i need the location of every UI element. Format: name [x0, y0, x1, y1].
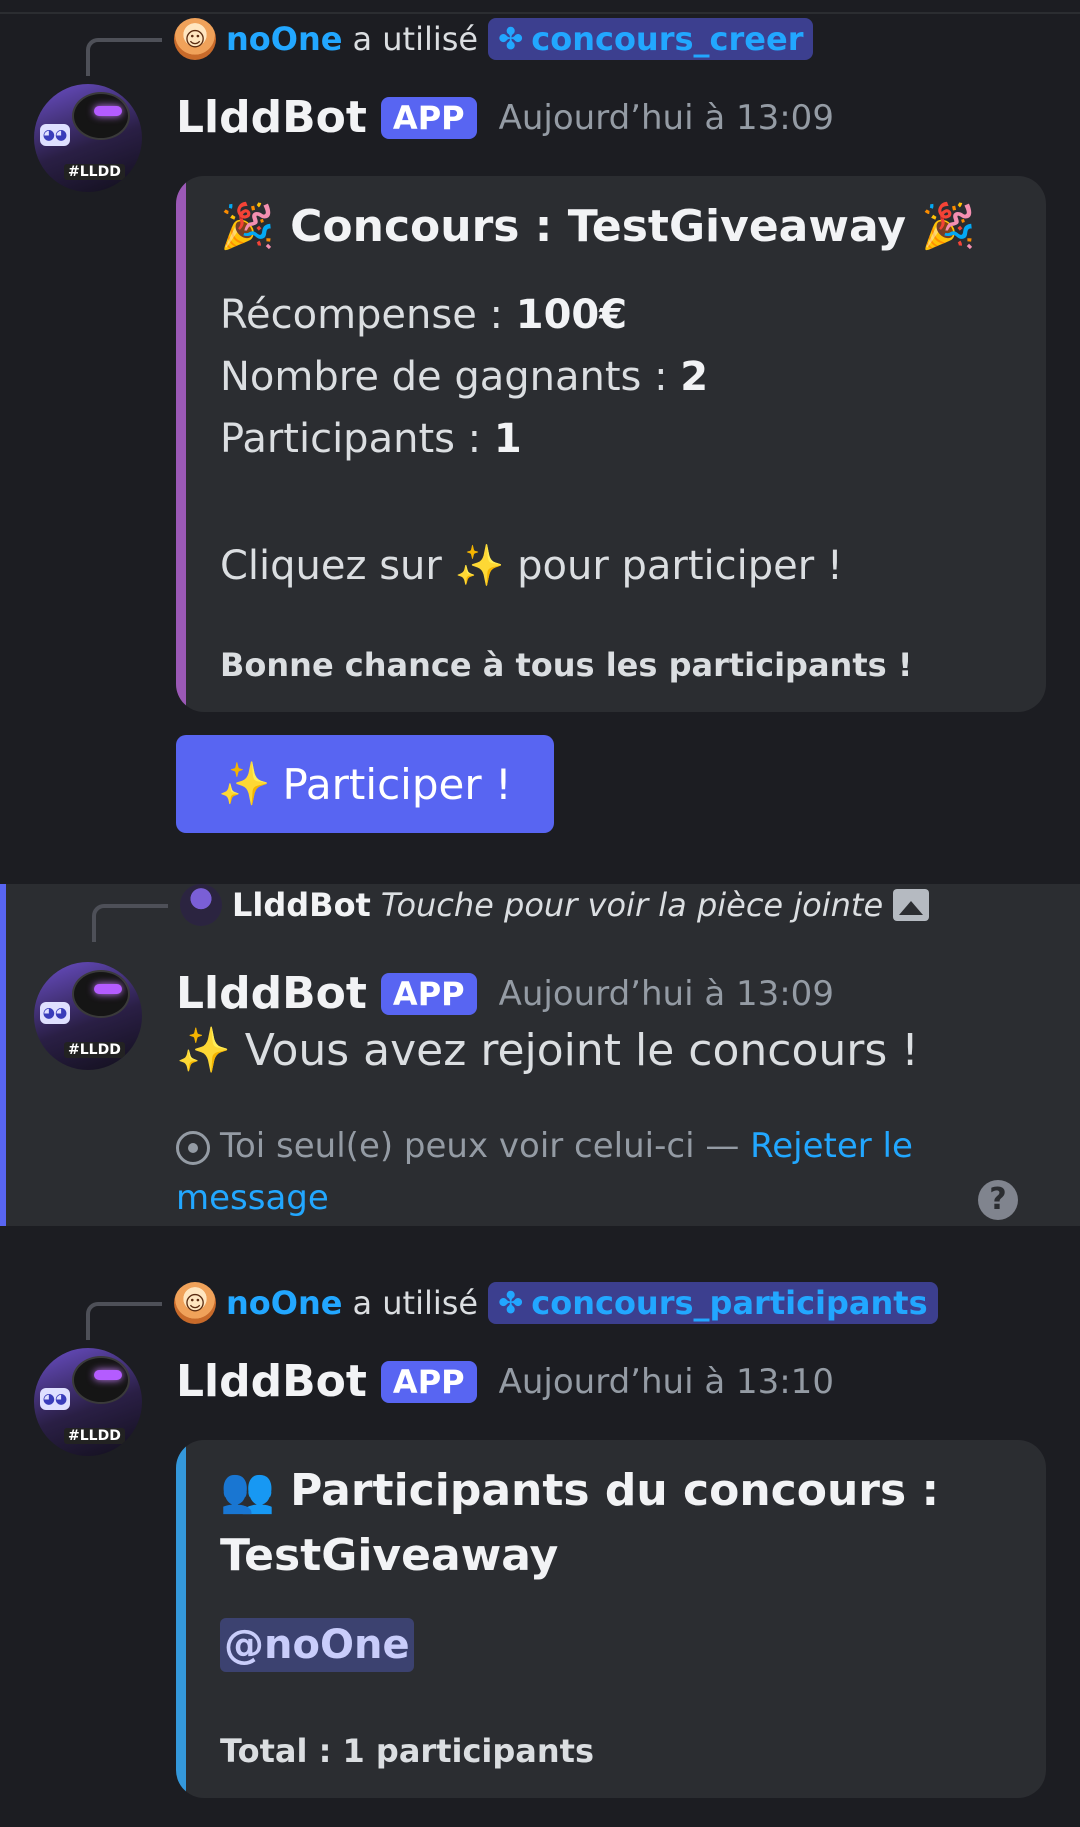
participate-button[interactable]: ✨ Participer !: [176, 735, 554, 833]
participants-embed: 👥 Participants du concours : TestGiveawa…: [176, 1440, 1046, 1798]
participants-line: Participants : 1: [220, 416, 522, 462]
reply-attachment-text[interactable]: Touche pour voir la pièce jointe: [381, 886, 883, 924]
reward-value: 100€: [515, 292, 628, 338]
app-badge: APP: [380, 972, 477, 1015]
slash-command-chip[interactable]: ✤ concours_creer: [488, 18, 814, 60]
cta-post: pour participer !: [504, 543, 843, 589]
reply-context[interactable]: ☺ noOne a utilisé ✤ concours_creer: [174, 12, 814, 66]
embed-title-line2: TestGiveaway: [220, 1530, 559, 1581]
app-command-icon: ✤: [498, 21, 524, 57]
reward-line: Récompense : 100€: [220, 292, 627, 338]
bot-name[interactable]: LlddBot: [176, 92, 367, 143]
embed-accent-bar: [176, 176, 186, 712]
bot-avatar[interactable]: ◕◕ #LLDD: [34, 962, 142, 1070]
reply-connector: [86, 38, 162, 76]
notice-text: Toi seul(e) peux voir celui-ci —: [220, 1126, 751, 1166]
embed-footer: Total : 1 participants: [220, 1732, 595, 1770]
reply-connector: [86, 1302, 162, 1340]
embed-title: 🎉 Concours : TestGiveaway 🎉: [220, 201, 977, 252]
winners-label: Nombre de gagnants :: [220, 354, 681, 400]
image-icon: [893, 889, 930, 921]
command-name: concours_creer: [531, 20, 804, 58]
reply-used-text: a utilisé: [352, 1284, 479, 1322]
eye-icon: [176, 1130, 210, 1165]
timestamp: Aujourd’hui à 13:10: [498, 1361, 834, 1402]
participate-label: Participer !: [282, 759, 512, 809]
sparkles-icon: ✨: [218, 759, 271, 808]
app-command-icon: ✤: [498, 1285, 524, 1321]
winners-line: Nombre de gagnants : 2: [220, 354, 708, 400]
participants-value: 1: [493, 416, 522, 462]
reply-connector: [92, 904, 168, 942]
embed-accent-bar: [176, 1440, 186, 1798]
cta-line: Cliquez sur ✨ pour participer !: [220, 542, 843, 589]
bot-avatar[interactable]: ◕◕ #LLDD: [34, 1348, 142, 1456]
bot-name[interactable]: LlddBot: [176, 968, 367, 1019]
embed-title-line1: 👥 Participants du concours :: [220, 1465, 940, 1516]
user-mention[interactable]: @noOne: [220, 1618, 414, 1672]
bot-mini-avatar[interactable]: [180, 884, 222, 926]
slash-command-chip[interactable]: ✤ concours_participants: [488, 1282, 938, 1324]
reply-username[interactable]: noOne: [226, 1284, 342, 1322]
sparkles-icon: ✨: [454, 543, 505, 589]
ephemeral-message: LlddBot Touche pour voir la pièce jointe…: [0, 884, 1080, 1226]
help-icon[interactable]: ?: [978, 1180, 1018, 1220]
timestamp: Aujourd’hui à 13:09: [498, 97, 834, 138]
reply-context[interactable]: LlddBot Touche pour voir la pièce jointe: [180, 878, 930, 932]
bot-name[interactable]: LlddBot: [176, 1356, 367, 1407]
reply-context[interactable]: ☺ noOne a utilisé ✤ concours_participant…: [174, 1276, 938, 1330]
message-header: LlddBot APP Aujourd’hui à 13:09: [176, 968, 834, 1019]
bot-avatar[interactable]: ◕◕ #LLDD: [34, 84, 142, 192]
message-header: LlddBot APP Aujourd’hui à 13:09: [176, 92, 834, 143]
app-badge: APP: [380, 1360, 477, 1403]
message-create-giveaway: ☺ noOne a utilisé ✤ concours_creer ◕◕ #LL…: [0, 0, 1080, 850]
timestamp: Aujourd’hui à 13:09: [498, 973, 834, 1014]
message-participants: ☺ noOne a utilisé ✤ concours_participant…: [0, 1264, 1080, 1827]
user-mini-avatar[interactable]: ☺: [174, 1282, 216, 1324]
ephemeral-notice: Toi seul(e) peux voir celui-ci — Rejeter…: [176, 1120, 916, 1224]
embed-footer: Bonne chance à tous les participants !: [220, 646, 913, 684]
user-mini-avatar[interactable]: ☺: [174, 18, 216, 60]
message-content: ✨ Vous avez rejoint le concours !: [176, 1025, 919, 1076]
reply-bot-name[interactable]: LlddBot: [232, 886, 371, 924]
participants-label: Participants :: [220, 416, 494, 462]
cta-pre: Cliquez sur: [220, 543, 455, 589]
giveaway-embed: 🎉 Concours : TestGiveaway 🎉 Récompense :…: [176, 176, 1046, 712]
winners-value: 2: [680, 354, 709, 400]
app-badge: APP: [380, 96, 477, 139]
command-name: concours_participants: [531, 1284, 928, 1322]
reply-username[interactable]: noOne: [226, 20, 342, 58]
message-header: LlddBot APP Aujourd’hui à 13:10: [176, 1356, 834, 1407]
reward-label: Récompense :: [220, 292, 516, 338]
reply-used-text: a utilisé: [352, 20, 479, 58]
